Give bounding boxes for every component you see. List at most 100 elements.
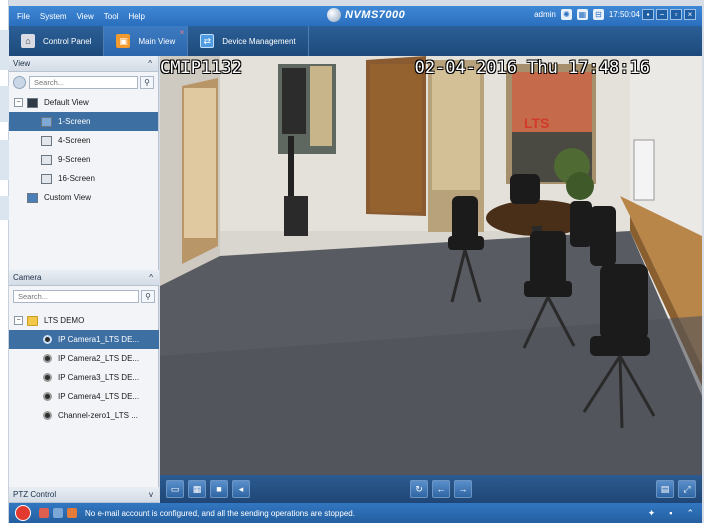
camera-feed-image: LTS xyxy=(160,56,702,475)
view-tree: − Default View 1-Screen 4-Screen 9-Scree… xyxy=(9,93,158,207)
camera-item[interactable]: Channel-zero1_LTS ... xyxy=(9,406,159,425)
app-name: NVMS7000 xyxy=(345,9,406,21)
tab-control-panel[interactable]: ⌂ Control Panel xyxy=(9,26,105,56)
camera-icon xyxy=(43,373,52,382)
tree-item-16-screen[interactable]: 16-Screen xyxy=(9,169,158,188)
tab-label: Device Management xyxy=(222,36,296,46)
tree-item-default-view[interactable]: − Default View xyxy=(9,93,158,112)
camera-label: IP Camera4_LTS DE... xyxy=(58,392,140,401)
camera-label: IP Camera3_LTS DE... xyxy=(58,373,140,382)
menu-tool[interactable]: Tool xyxy=(104,12,119,21)
tree-label: Custom View xyxy=(44,193,91,202)
expand-icon[interactable]: v xyxy=(149,490,153,499)
clock: 17:50:04 xyxy=(608,10,640,19)
window-division-icon[interactable]: ▦ xyxy=(188,480,206,498)
menu-system[interactable]: System xyxy=(40,12,67,21)
camera-icon xyxy=(43,354,52,363)
title-bar: File System View Tool Help NVMS7000 admi… xyxy=(9,6,702,26)
menu-help[interactable]: Help xyxy=(128,12,144,21)
camera-item[interactable]: IP Camera1_LTS DE... xyxy=(9,330,159,349)
ptz-section-title: PTZ Control xyxy=(13,490,57,499)
tree-label: 9-Screen xyxy=(58,155,91,164)
tab-label: Control Panel xyxy=(43,36,92,46)
tab-close-icon[interactable]: × xyxy=(180,28,185,37)
minimize-button[interactable]: − xyxy=(656,9,668,20)
tree-item-lts-demo[interactable]: − LTS DEMO xyxy=(9,311,159,330)
view-search-row: ⚲ xyxy=(9,72,158,93)
camera-item[interactable]: IP Camera3_LTS DE... xyxy=(9,368,159,387)
pin-icon[interactable]: ✦ xyxy=(648,508,656,519)
camera-item[interactable]: IP Camera4_LTS DE... xyxy=(9,387,159,406)
left-panel: View ^ ⚲ − Default View 1-Screen 4-Scree… xyxy=(9,56,159,503)
view-settings-icon[interactable] xyxy=(13,76,26,89)
tab-device-management[interactable]: ⇄ Device Management xyxy=(188,26,309,56)
expand-up-icon[interactable]: ⌃ xyxy=(686,508,694,519)
screen-edge xyxy=(0,0,9,523)
collapse-tree-icon[interactable]: − xyxy=(14,316,23,325)
tree-item-4-screen[interactable]: 4-Screen xyxy=(9,131,158,150)
tab-label: Main View xyxy=(138,36,176,46)
camera-label: IP Camera2_LTS DE... xyxy=(58,354,140,363)
globe-logo-icon xyxy=(327,8,341,22)
network-status-icon[interactable]: ✺ xyxy=(560,9,572,20)
view-group-icon xyxy=(27,97,38,108)
camera-section-header[interactable]: Camera ^ xyxy=(9,270,159,286)
tree-item-1-screen[interactable]: 1-Screen xyxy=(9,112,158,131)
sound-alert-icon[interactable] xyxy=(67,508,77,518)
camera-item[interactable]: IP Camera2_LTS DE... xyxy=(9,349,159,368)
previous-icon[interactable]: ← xyxy=(432,480,450,498)
search-icon[interactable]: ⚲ xyxy=(141,290,155,303)
tree-item-9-screen[interactable]: 9-Screen xyxy=(9,150,158,169)
search-icon[interactable]: ⚲ xyxy=(140,76,154,89)
nine-screen-icon xyxy=(41,154,52,165)
menu-file[interactable]: File xyxy=(17,12,30,21)
main-view-icon: ▣ xyxy=(116,34,131,48)
live-video-pane[interactable]: LTS CMIP1132 02-04-2016 Thu 17:48:16 xyxy=(160,56,702,475)
lock-status-icon[interactable]: ⊟ xyxy=(592,9,604,20)
camera-label: IP Camera1_LTS DE... xyxy=(58,335,140,344)
audio-icon[interactable]: ◂ xyxy=(232,480,250,498)
event-icon[interactable] xyxy=(39,508,49,518)
tree-item-custom-view[interactable]: Custom View xyxy=(9,188,158,207)
save-layout-icon[interactable]: ▭ xyxy=(166,480,184,498)
camera-search-input[interactable] xyxy=(13,290,139,303)
display-mode-icon[interactable]: ▤ xyxy=(656,480,674,498)
collapse-icon[interactable]: ^ xyxy=(148,59,152,68)
device-alert-icon[interactable] xyxy=(53,508,63,518)
camera-icon xyxy=(43,411,52,420)
ptz-section-header[interactable]: PTZ Control v xyxy=(9,487,159,503)
refresh-icon[interactable]: ↻ xyxy=(410,480,428,498)
user-name: admin xyxy=(534,10,556,19)
tree-label: 16-Screen xyxy=(58,174,95,183)
four-screen-icon xyxy=(41,135,52,146)
view-search-input[interactable] xyxy=(29,76,138,89)
lock-window-button[interactable]: ▪ xyxy=(642,9,654,20)
cpu-status-icon[interactable]: ▦ xyxy=(576,9,588,20)
camera-name-overlay: CMIP1132 xyxy=(160,58,242,78)
status-message: No e-mail account is configured, and all… xyxy=(85,508,355,518)
device-management-icon: ⇄ xyxy=(200,34,215,48)
tree-label: 1-Screen xyxy=(58,117,91,126)
collapse-icon[interactable]: ^ xyxy=(149,273,153,282)
control-panel-icon: ⌂ xyxy=(21,34,35,48)
collapse-tree-icon[interactable]: − xyxy=(14,98,23,107)
next-icon[interactable]: → xyxy=(454,480,472,498)
camera-section-title: Camera xyxy=(13,273,42,282)
close-button[interactable]: × xyxy=(684,9,696,20)
window-icon[interactable]: ▪ xyxy=(669,508,672,519)
menu-view[interactable]: View xyxy=(77,12,94,21)
maximize-button[interactable]: ▫ xyxy=(670,9,682,20)
status-bar: No e-mail account is configured, and all… xyxy=(9,503,702,523)
svg-text:LTS: LTS xyxy=(524,115,549,131)
camera-icon xyxy=(43,335,52,344)
view-section-header[interactable]: View ^ xyxy=(9,56,158,72)
status-right-icons: ✦ ▪ ⌃ xyxy=(634,508,694,519)
alarm-icon[interactable] xyxy=(15,505,31,521)
stop-all-icon[interactable]: ■ xyxy=(210,480,228,498)
camera-label: Channel-zero1_LTS ... xyxy=(58,411,138,420)
tree-label: 4-Screen xyxy=(58,136,91,145)
tree-label: Default View xyxy=(44,98,89,107)
tab-main-view[interactable]: ▣ Main View × xyxy=(104,26,189,56)
title-status-area: admin ✺ ▦ ⊟ 17:50:04 ▪ − ▫ × xyxy=(534,9,696,20)
fullscreen-icon[interactable]: ⤢ xyxy=(678,480,696,498)
